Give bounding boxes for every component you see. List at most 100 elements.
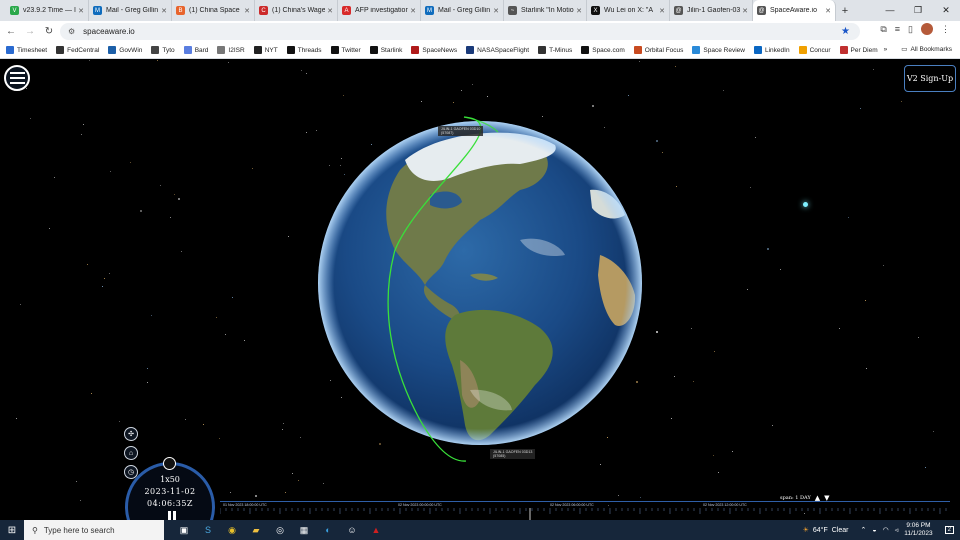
chrome-icon[interactable]: ◉: [220, 520, 244, 540]
notification-badge[interactable]: 2: [944, 526, 954, 534]
profile-avatar[interactable]: [921, 23, 933, 35]
tab-close-icon[interactable]: ✕: [825, 7, 831, 15]
browser-tab[interactable]: X Wu Lei on X: "A ✕: [587, 0, 670, 21]
volume-icon[interactable]: ◃: [895, 526, 899, 534]
bookmark-item[interactable]: Space Review: [692, 46, 745, 54]
all-bookmarks-link[interactable]: All Bookmarks: [910, 46, 952, 53]
bookmark-item[interactable]: SpaceNews: [411, 46, 457, 54]
tab-close-icon[interactable]: ✕: [493, 7, 499, 15]
edge-icon[interactable]: ◐: [316, 520, 340, 540]
bookmark-item[interactable]: Threads: [286, 46, 322, 54]
chat-icon[interactable]: ☺: [340, 520, 364, 540]
weather-icon: ☀: [802, 527, 809, 534]
tab-close-icon[interactable]: ✕: [78, 7, 84, 15]
bookmark-item[interactable]: FedCentral: [56, 46, 99, 54]
bookmark-item[interactable]: LinkedIn: [753, 46, 790, 54]
bookmark-item[interactable]: GovWin: [108, 46, 142, 54]
home-icon[interactable]: ⌂: [124, 446, 138, 460]
tab-favicon-icon: B: [176, 6, 185, 15]
new-tab-icon[interactable]: +: [836, 5, 854, 17]
media-icon[interactable]: ≡: [895, 24, 900, 34]
weather-widget[interactable]: ☀ 64°F Clear: [802, 526, 849, 535]
bookmark-label: NASASpaceFlight: [477, 46, 530, 54]
bookmark-item[interactable]: Per Diem: [839, 46, 878, 54]
taskbar-clock[interactable]: 9:06 PM 11/1/2023: [904, 522, 932, 538]
browser-tab[interactable]: B (1) China Space N ✕: [172, 0, 255, 21]
tab-close-icon[interactable]: ✕: [327, 7, 333, 15]
site-info-icon[interactable]: ⚙: [68, 27, 75, 36]
tray-chevron-icon[interactable]: ⌃: [860, 526, 866, 534]
extensions-icon[interactable]: ⧉: [880, 24, 886, 35]
bookmark-favicon-icon: [330, 46, 339, 54]
tab-close-icon[interactable]: ✕: [410, 7, 416, 15]
bookmark-item[interactable]: T-Minus: [538, 46, 572, 54]
browser-tab[interactable]: M Mail - Greg Gillin ✕: [421, 0, 504, 21]
bookmark-item[interactable]: NYT: [253, 46, 278, 54]
side-panel-icon[interactable]: ▯: [908, 24, 913, 35]
windows-start-icon[interactable]: ⊞: [0, 525, 24, 536]
app-s-icon[interactable]: S: [196, 520, 220, 540]
pause-icon[interactable]: [168, 511, 176, 520]
bookmark-item[interactable]: I2ISR: [217, 46, 245, 54]
bookmark-label: Concur: [809, 46, 831, 54]
timeline-label: 02 Nov 2023 12:00:00 UTC: [703, 503, 747, 507]
omnibox[interactable]: ⚙ spaceaware.io ★: [60, 23, 860, 40]
more-menu-icon[interactable]: ⋮: [941, 24, 950, 35]
satellite-id-top: (57087): [441, 131, 454, 135]
wifi-icon[interactable]: ◠: [883, 526, 889, 534]
browser-tab[interactable]: Vv23.9.2 Time — I ✕: [6, 0, 89, 21]
bookmark-label: Bard: [194, 46, 209, 54]
bookmarks-bar: Timesheet FedCentral GovWin Tyto Bard I2ISR NY…: [0, 42, 960, 59]
time-rate[interactable]: 1x50: [128, 475, 212, 484]
time-dial-knob[interactable]: [163, 457, 176, 470]
main-menu-button[interactable]: [4, 65, 30, 91]
browser-tab[interactable]: M Mail - Greg Gillin ✕: [89, 0, 172, 21]
file-explorer-icon[interactable]: ▰: [244, 520, 268, 540]
bookmarks-overflow-icon[interactable]: »: [884, 46, 888, 53]
satellite-id-bottom: (57085): [493, 454, 506, 458]
bookmark-item[interactable]: Starlink: [369, 46, 402, 54]
bookmark-item[interactable]: Orbital Focus: [633, 46, 683, 54]
bookmark-star-icon[interactable]: ★: [841, 26, 850, 37]
browser-tab[interactable]: A AFP investigation ✕: [338, 0, 421, 21]
bookmark-item[interactable]: Tyto: [151, 46, 175, 54]
restore-icon[interactable]: ❐: [904, 0, 932, 21]
bookmark-item[interactable]: Bard: [183, 46, 209, 54]
reload-icon[interactable]: ↻: [41, 26, 57, 37]
bookmark-item[interactable]: Space.com: [581, 46, 625, 54]
close-icon[interactable]: ✕: [932, 0, 960, 21]
browser-tab[interactable]: C (1) China's Wage ✕: [255, 0, 338, 21]
bookmark-item[interactable]: NASASpaceFlight: [466, 46, 529, 54]
bookmark-item[interactable]: Timesheet: [6, 46, 47, 54]
bookmark-item[interactable]: Concur: [798, 46, 831, 54]
space-viewer[interactable]: V2 Sign-Up JILIN-1 GAOFEN 03D10 (57087) …: [0, 60, 960, 520]
bookmark-item[interactable]: Twitter: [330, 46, 361, 54]
acrobat-icon[interactable]: ▲: [364, 520, 388, 540]
bookmark-label: FedCentral: [67, 46, 100, 54]
calculator-icon[interactable]: ▦: [292, 520, 316, 540]
tab-close-icon[interactable]: ✕: [742, 7, 748, 15]
satellite-label-top[interactable]: JILIN-1 GAOFEN 03D10 (57087): [438, 126, 484, 136]
browser-tab[interactable]: @ Jilin-1 Gaofen-03 ✕: [670, 0, 753, 21]
bookmark-favicon-icon: [108, 46, 117, 54]
earth-globe[interactable]: [318, 121, 642, 445]
app-globe-icon[interactable]: ◎: [268, 520, 292, 540]
tab-title: SpaceAware.io: [770, 7, 817, 14]
taskbar-search-placeholder: Type here to search: [43, 525, 115, 535]
back-arrow-icon[interactable]: ←: [3, 26, 19, 37]
tab-close-icon[interactable]: ✕: [659, 7, 665, 15]
minimize-icon[interactable]: —: [876, 0, 904, 21]
browser-tab[interactable]: ~ Starlink "In Motio ✕: [504, 0, 587, 21]
task-view-icon[interactable]: ▣: [172, 520, 196, 540]
taskbar-search[interactable]: ⚲ Type here to search: [24, 520, 164, 540]
signup-button[interactable]: V2 Sign-Up: [904, 65, 956, 92]
satellite-label-bottom[interactable]: JILIN-1 GAOFEN 03D13 (57085): [490, 449, 536, 459]
satellite-icon[interactable]: ✣: [124, 427, 138, 441]
forward-arrow-icon[interactable]: →: [22, 26, 38, 37]
tab-close-icon[interactable]: ✕: [161, 7, 167, 15]
browser-tab[interactable]: @ SpaceAware.io ✕: [753, 0, 836, 21]
timeline-bar[interactable]: 01 Nov 2023 18:00:00 UTC 02 Nov 2023 00:0…: [220, 501, 950, 520]
network-icon[interactable]: ◒: [872, 527, 876, 534]
tab-close-icon[interactable]: ✕: [244, 7, 250, 15]
tab-close-icon[interactable]: ✕: [576, 7, 582, 15]
